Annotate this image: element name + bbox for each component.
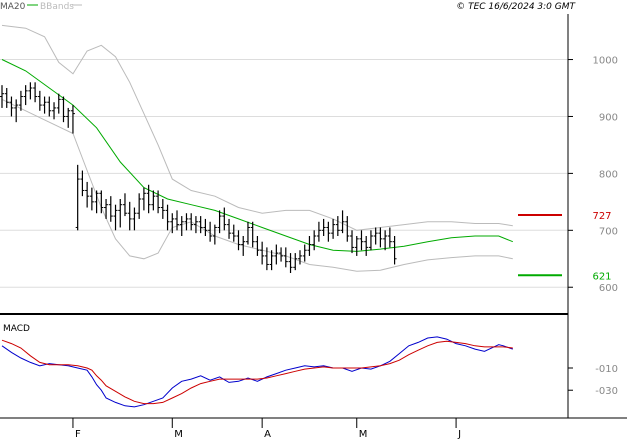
price-tick-label: 700 [599, 226, 618, 237]
ma20-line [1, 59, 513, 252]
price-levels: 727 621 [518, 211, 612, 282]
ohlc-bar [350, 230, 355, 254]
ohlc-bar [56, 93, 61, 114]
ma20-line [1, 59, 513, 252]
ohlc-bar [4, 88, 9, 108]
ohlc-bar [250, 221, 255, 248]
ohlc-bar [61, 96, 66, 123]
macd-lines [1, 336, 513, 408]
ohlc-bar [340, 210, 345, 234]
ohlc-bar [293, 253, 298, 271]
ohlc-bar [184, 213, 189, 231]
signal-line [1, 339, 513, 405]
ohlc-bar [85, 181, 90, 208]
ohlc-bar [14, 99, 19, 123]
ohlc-bar [354, 236, 359, 256]
x-tick-label: J [457, 429, 461, 440]
ohlc-bar [28, 82, 33, 100]
ohlc-bar [321, 218, 326, 236]
ohlc-bar [283, 247, 288, 268]
chart-frame [0, 14, 627, 428]
grid [0, 59, 568, 288]
ohlc-bar [141, 187, 146, 211]
ohlc-bar [392, 236, 397, 265]
ohlc-bar [245, 221, 250, 245]
x-tick-label: M [174, 429, 183, 440]
ohlc-bar [137, 193, 142, 219]
ohlc-bar [345, 216, 350, 242]
ohlc-bar [260, 241, 265, 265]
ohlc-bar [227, 218, 232, 239]
bollinger-bands [1, 24, 513, 272]
ohlc-bar [288, 253, 293, 273]
ohlc-bar [203, 218, 208, 236]
ohlc-bar [222, 207, 227, 231]
ohlc-bar [108, 196, 113, 222]
macd-tick-label: -030 [595, 386, 618, 397]
ohlc-bar [132, 207, 137, 231]
ohlc-bar [331, 218, 336, 239]
ohlc-bar [165, 204, 170, 231]
ohlc-bar [175, 210, 180, 231]
ohlc-bar [113, 204, 118, 231]
copyright-text: © TEC 16/6/2024 3:0 GMT [456, 2, 576, 12]
ohlc-bar [364, 236, 369, 256]
ohlc-bar [236, 230, 241, 251]
ohlc-bar [302, 244, 307, 262]
level-label-resistance: 727 [592, 211, 611, 222]
ohlc-bar [75, 164, 80, 231]
price-tick-label: 1000 [593, 56, 618, 67]
ohlc-bar [368, 230, 373, 251]
ohlc-bar [23, 85, 28, 106]
macd-title: MACD [3, 324, 30, 334]
price-tick-label: 900 [599, 112, 618, 123]
ohlc-bar [274, 244, 279, 265]
ohlc-bar [42, 96, 47, 114]
ohlc-bar [383, 230, 388, 251]
price-tick-label: 600 [599, 283, 618, 294]
ohlc-bar [151, 190, 156, 211]
ohlc-bar [316, 221, 321, 242]
ohlc-bar [9, 96, 14, 117]
axis-labels: 1000 900 800 700 600 -010 -030 F M A M J [75, 56, 618, 440]
price-bars [0, 82, 397, 273]
ohlc-bar [80, 170, 85, 197]
ohlc-bar [160, 199, 165, 219]
macd-line [1, 336, 513, 408]
x-tick-label: M [359, 429, 368, 440]
ohlc-bar [127, 201, 132, 231]
ohlc-bar [70, 105, 75, 134]
legend-bbands: BBands [40, 2, 74, 12]
ohlc-bar [307, 236, 312, 256]
price-tick-label: 800 [599, 169, 618, 180]
ohlc-bar [297, 250, 302, 265]
ohlc-bar [255, 236, 260, 256]
x-tick-label: F [75, 429, 81, 440]
level-label-support: 621 [592, 271, 611, 282]
ohlc-bar [335, 216, 340, 236]
ohlc-bar [33, 82, 38, 103]
ohlc-bar [118, 199, 123, 228]
bb-upper-line [1, 24, 513, 231]
ohlc-bar [231, 224, 236, 242]
ohlc-bar [217, 210, 222, 234]
ohlc-bar [326, 221, 331, 242]
ohlc-bar [66, 107, 71, 128]
stock-chart: 727 621 1000 900 800 700 600 -010 -030 F M A M J MA2… [0, 2, 627, 440]
ohlc-bar [122, 193, 127, 217]
ohlc-bar [359, 230, 364, 251]
ohlc-bar [0, 85, 4, 108]
ohlc-bar [94, 190, 99, 214]
ohlc-bar [89, 187, 94, 211]
macd-tick-label: -010 [595, 364, 618, 375]
ohlc-bar [312, 230, 317, 251]
ohlc-bar [179, 216, 184, 236]
x-tick-label: A [264, 429, 271, 440]
legend-ma20: MA20 [0, 2, 26, 12]
ohlc-bar [47, 96, 52, 117]
ohlc-bar [37, 90, 42, 111]
